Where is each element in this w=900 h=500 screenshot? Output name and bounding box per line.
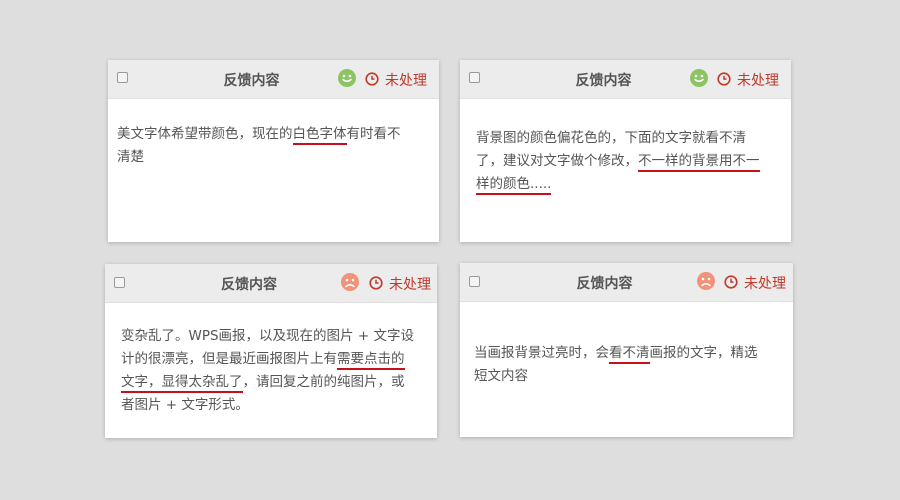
sad-face-icon — [697, 272, 715, 290]
feedback-text: 美文字体希望带颜色，现在的白色字体有时看不 清楚 — [117, 126, 401, 165]
card-header: 反馈内容 未处理 — [105, 264, 437, 303]
feedback-text: 背景图的颜色偏花色的，下面的文字就看不清 了，建议对文字做个修改，不一样的背景用… — [476, 127, 786, 196]
card-header: 反馈内容 未处理 — [460, 60, 791, 99]
feedback-card-4: 反馈内容 未处理 当画报背景过亮时，会看不清画报的文字，精选 短文内容 — [460, 263, 793, 437]
status-label: 未处理 — [744, 276, 786, 292]
sad-face-icon — [341, 273, 359, 291]
feedback-text: 变杂乱了。WPS画报，以及现在的图片 + 文字设 计的很漂亮，但是最近画报图片上… — [121, 328, 414, 413]
feedback-card-1: 反馈内容 未处理 美文字体希望带颜色，现在的白色字体有时看不 清楚 — [108, 60, 439, 242]
clock-icon — [365, 71, 379, 86]
card-title: 反馈内容 — [221, 277, 277, 293]
status-label: 未处理 — [385, 73, 427, 89]
clock-icon — [369, 275, 383, 290]
feedback-card-3: 反馈内容 未处理 变杂乱了。WPS画报，以及现在的图片 + 文字设 计的很漂亮，… — [105, 264, 437, 438]
clock-icon — [724, 274, 738, 289]
status-label: 未处理 — [389, 277, 431, 293]
status-label: 未处理 — [737, 73, 779, 89]
happy-face-icon — [690, 69, 708, 87]
happy-face-icon — [338, 69, 356, 87]
feedback-text: 当画报背景过亮时，会看不清画报的文字，精选 短文内容 — [474, 345, 758, 384]
feedback-card-2: 反馈内容 未处理 背景图的颜色偏花色的，下面的文字就看不清 了，建议对文字做个修… — [460, 60, 791, 242]
card-header: 反馈内容 未处理 — [108, 60, 439, 99]
clock-icon — [717, 71, 731, 86]
card-header: 反馈内容 未处理 — [460, 263, 793, 302]
